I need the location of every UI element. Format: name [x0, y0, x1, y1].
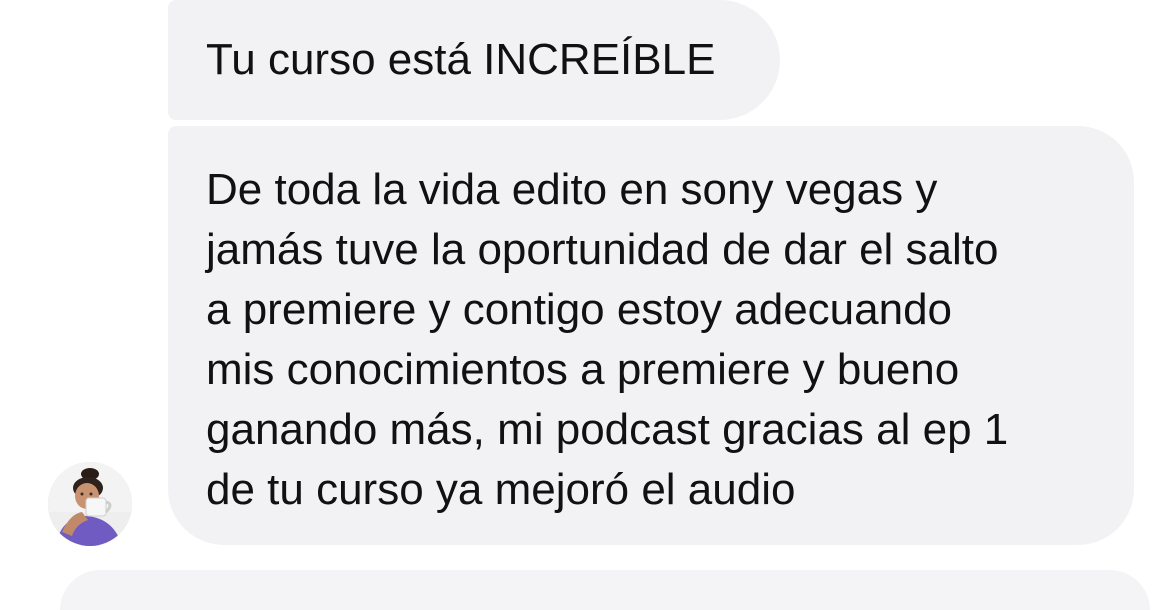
user-avatar-photo-icon — [48, 462, 132, 546]
message-bubble[interactable]: Tu curso está INCREÍBLE — [168, 0, 780, 120]
message-text-line: ganando más, mi podcast gracias al ep 1 — [206, 405, 1009, 454]
message-text-line: mis conocimientos a premiere y bueno — [206, 345, 960, 394]
message-text-line: De toda la vida edito en sony vegas y — [206, 165, 938, 214]
message-text-line: jamás tuve la oportunidad de dar el salt… — [206, 225, 999, 274]
message-bubble[interactable]: De toda la vida edito en sony vegas y ja… — [168, 126, 1134, 545]
next-message-bubble-edge — [60, 570, 1150, 610]
message-thread: Tu curso está INCREÍBLE De toda la vida … — [0, 0, 1164, 610]
message-text-line: a premiere y contigo estoy adecuando — [206, 285, 953, 334]
message-text: Tu curso está INCREÍBLE — [206, 35, 716, 84]
sender-avatar[interactable] — [48, 462, 132, 546]
message-text-line: de tu curso ya mejoró el audio — [206, 465, 796, 514]
